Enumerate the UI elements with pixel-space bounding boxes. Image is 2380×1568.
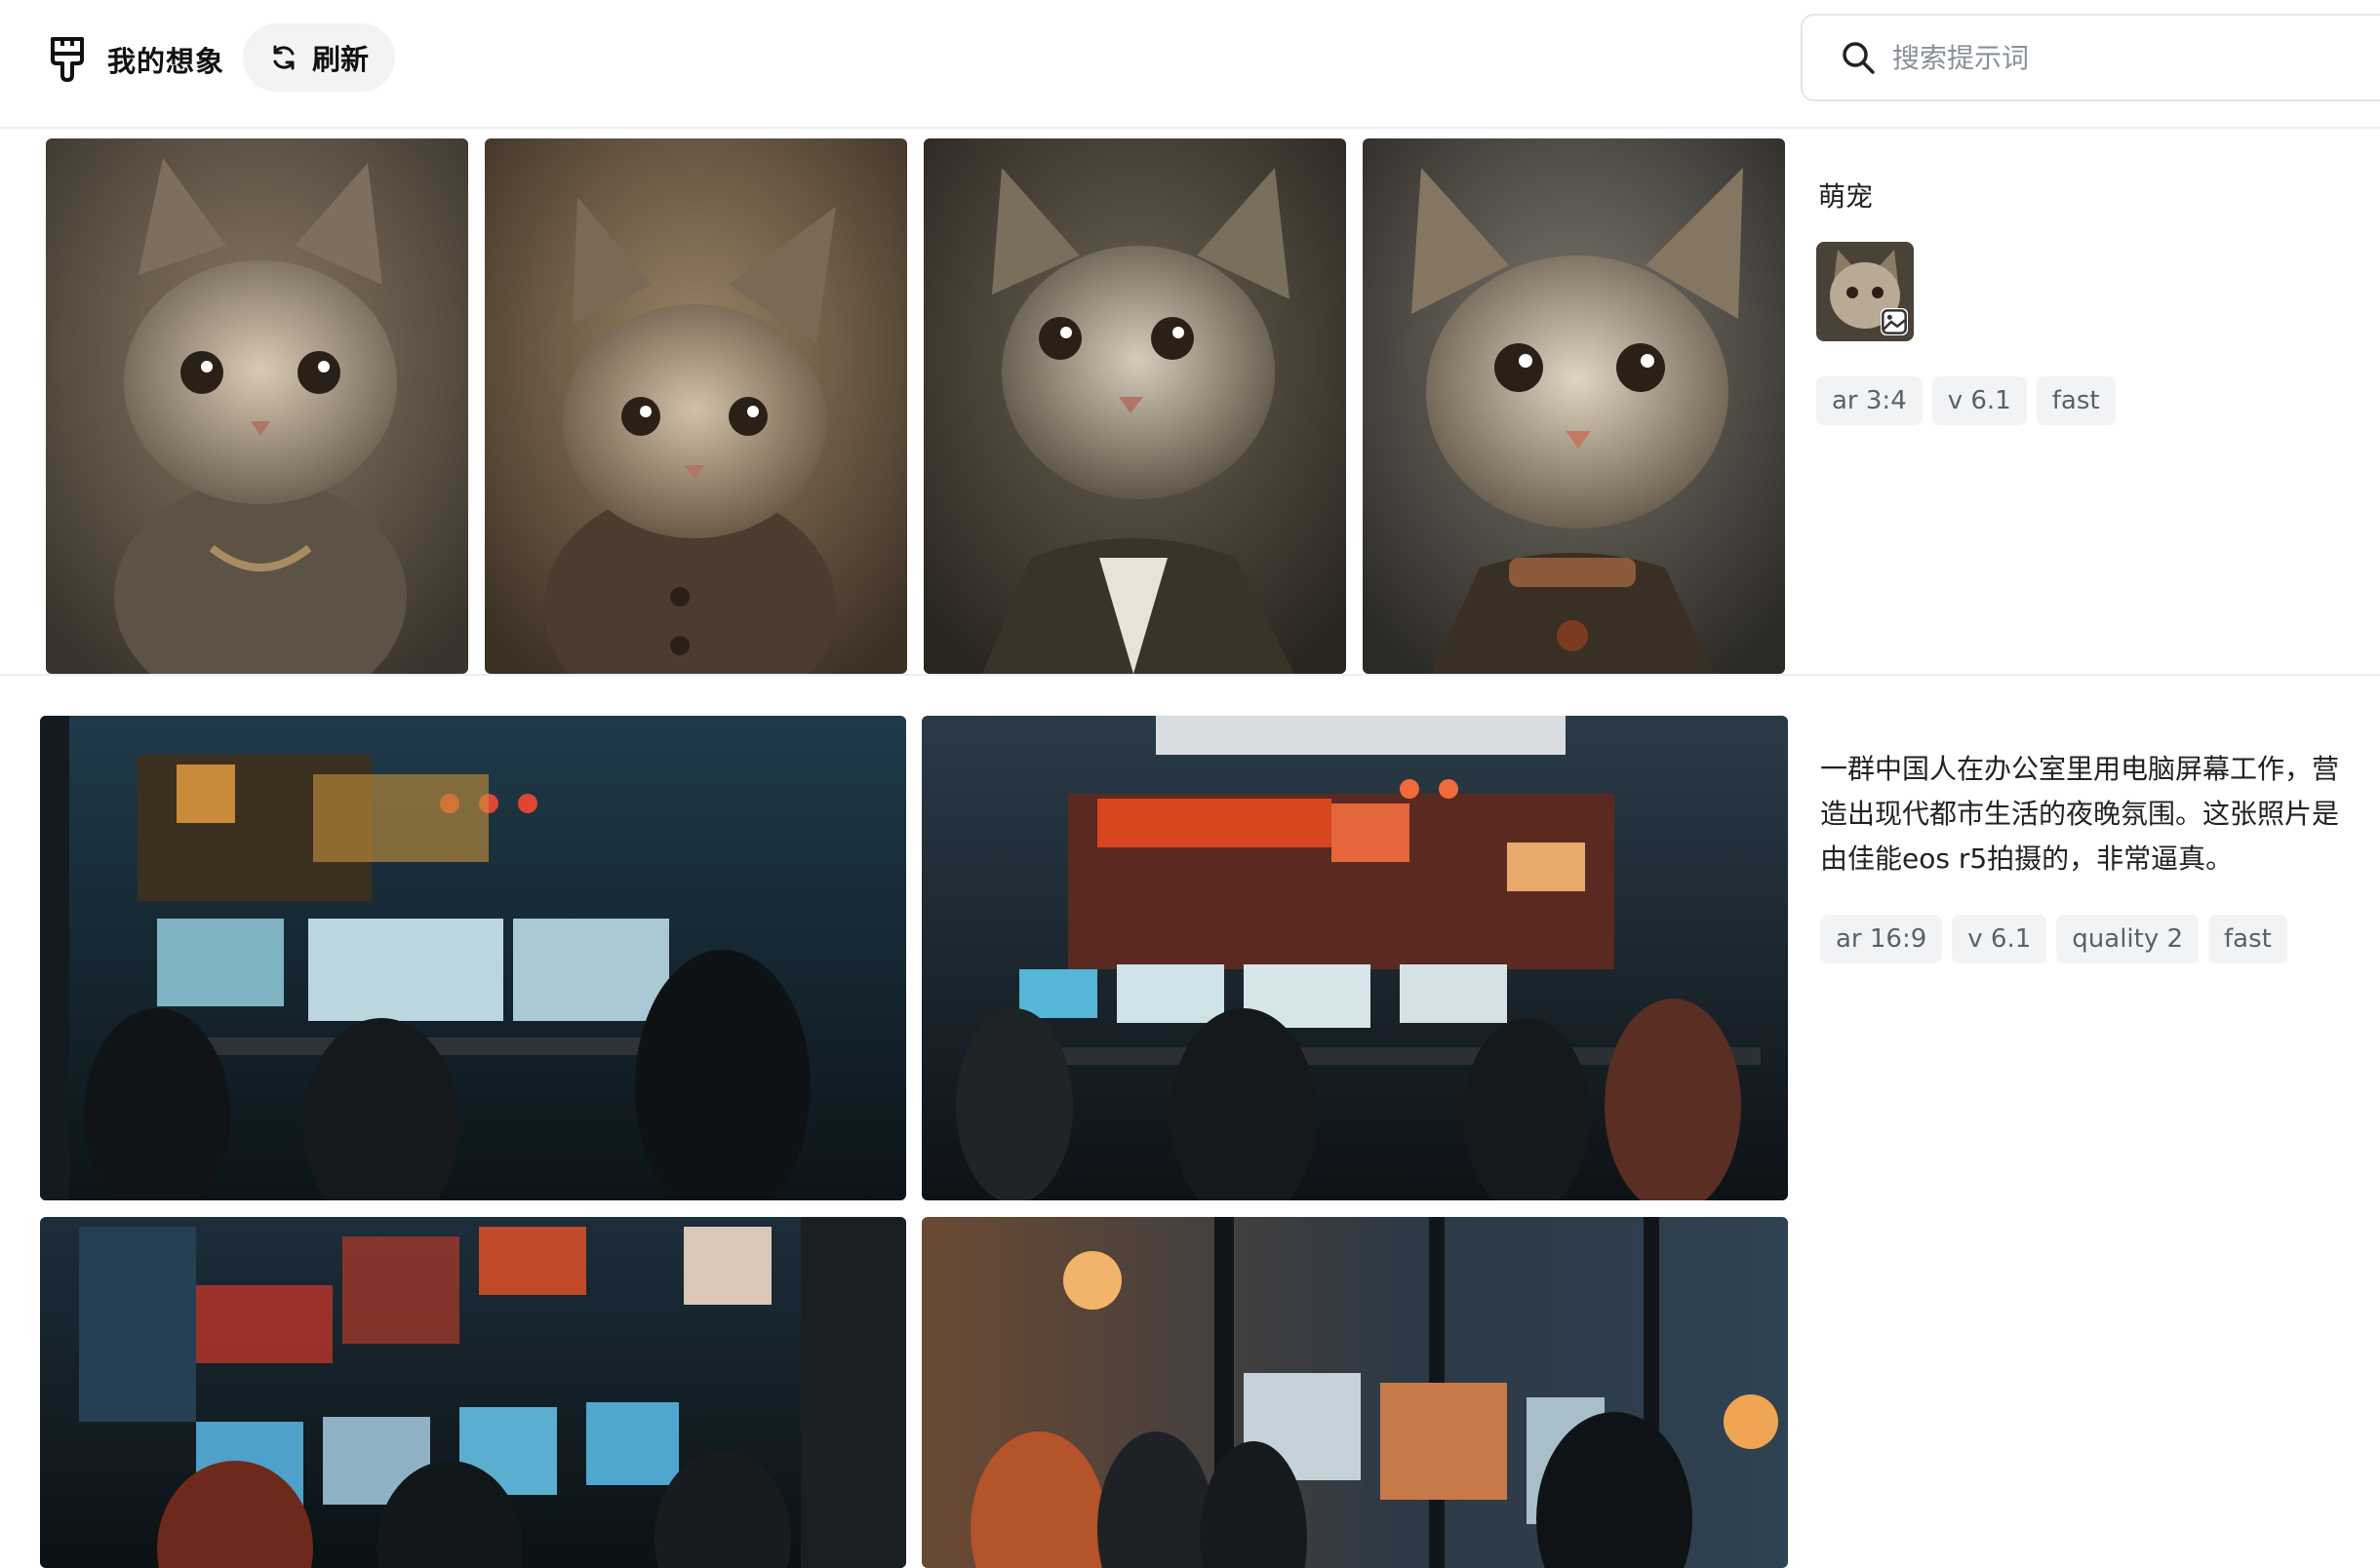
kitten-image-3[interactable] bbox=[924, 138, 1346, 674]
brand[interactable]: 我的想象 bbox=[49, 29, 224, 90]
search-input[interactable] bbox=[1890, 40, 2281, 75]
thumb-badge bbox=[1881, 308, 1908, 335]
post-divider bbox=[0, 674, 2380, 676]
tag-speed[interactable]: fast bbox=[2036, 376, 2116, 425]
kitten-image-2[interactable] bbox=[485, 138, 907, 674]
office-image-4[interactable] bbox=[922, 1217, 1788, 1568]
tag-version[interactable]: v 6.1 bbox=[1952, 915, 2047, 963]
tag-speed[interactable]: fast bbox=[2208, 915, 2287, 963]
post-prompt: 一群中国人在办公室里用电脑屏幕工作，营造出现代都市生活的夜晚氛围。这张照片是由佳… bbox=[1820, 753, 2340, 875]
page-title: 我的想象 bbox=[107, 45, 225, 78]
tag-quality[interactable]: quality 2 bbox=[2056, 915, 2200, 963]
post-tags: ar 16:9 v 6.1 quality 2 fast bbox=[1820, 915, 2287, 963]
kitten-image-4[interactable] bbox=[1363, 138, 1785, 674]
tag-aspect-ratio[interactable]: ar 16:9 bbox=[1820, 915, 1943, 963]
reference-thumbnail[interactable] bbox=[1816, 242, 1914, 341]
office-image-2[interactable] bbox=[922, 716, 1788, 1200]
post-title: 萌宠 bbox=[1818, 180, 1874, 213]
office-image-3[interactable] bbox=[40, 1217, 906, 1568]
post-tags: ar 3:4 v 6.1 fast bbox=[1816, 376, 2116, 425]
tag-aspect-ratio[interactable]: ar 3:4 bbox=[1816, 376, 1923, 425]
tag-version[interactable]: v 6.1 bbox=[1931, 376, 2027, 425]
kitten-image-1[interactable] bbox=[46, 138, 468, 674]
image-icon bbox=[1882, 309, 1907, 334]
search-box[interactable] bbox=[1801, 14, 2380, 101]
top-bar: 我的想象 刷新 bbox=[0, 0, 2380, 129]
refresh-label: 刷新 bbox=[311, 43, 369, 76]
brush-icon bbox=[51, 37, 84, 82]
refresh-button[interactable]: 刷新 bbox=[243, 23, 395, 92]
search-icon bbox=[1843, 42, 1875, 74]
refresh-icon bbox=[273, 45, 295, 70]
office-image-1[interactable] bbox=[40, 716, 906, 1200]
